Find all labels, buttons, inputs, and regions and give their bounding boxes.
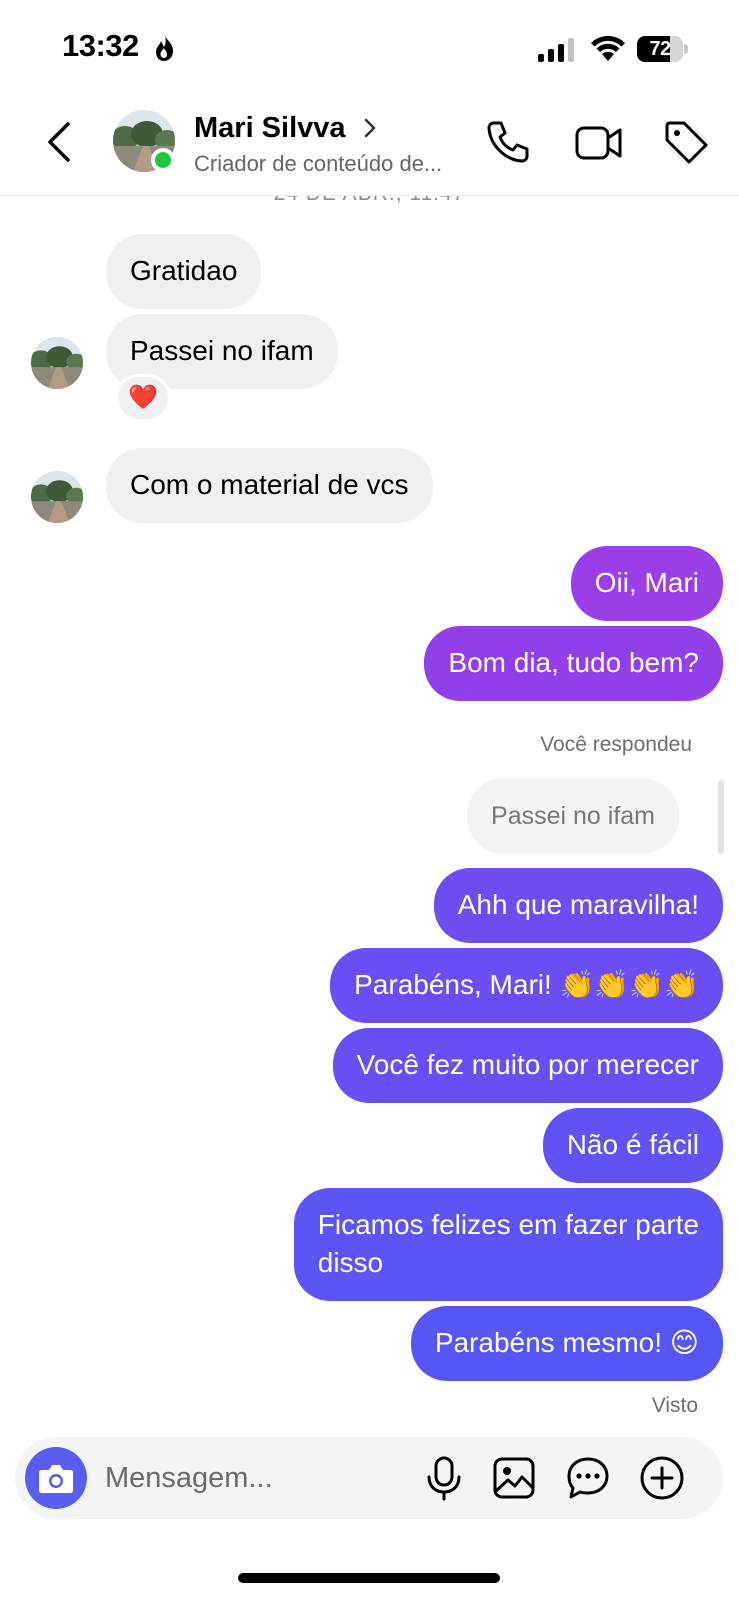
microphone-icon[interactable] <box>421 1455 467 1501</box>
online-status-dot <box>151 148 175 172</box>
reaction-badge[interactable]: ❤️ <box>115 374 171 422</box>
back-arrow-icon[interactable] <box>40 118 80 166</box>
chat-header: Mari Silvva Criador de conteúdo de... <box>0 96 739 196</box>
message-out[interactable]: Ahh que maravilha! <box>433 868 723 943</box>
plus-circle-icon[interactable] <box>639 1455 685 1501</box>
flame-icon <box>156 35 173 61</box>
wifi-icon <box>591 36 625 61</box>
camera-button[interactable] <box>25 1447 87 1509</box>
message-in[interactable]: Com o material de vcs <box>106 448 433 523</box>
message-text: Ahh que maravilha! <box>457 889 699 920</box>
reply-indicator-bar <box>718 780 724 854</box>
replied-label: Você respondeu <box>540 733 692 756</box>
contact-subtitle: Criador de conteúdo de... <box>194 151 443 176</box>
message-out[interactable]: Não é fácil <box>542 1108 723 1183</box>
battery-indicator: 72 <box>637 36 689 62</box>
message-text: Com o material de vcs <box>130 469 409 500</box>
message-text: Parabéns mesmo! 😊 <box>434 1327 699 1358</box>
signal-icon <box>538 38 574 62</box>
message-text: disso <box>317 1247 384 1278</box>
battery-level: 72 <box>649 38 671 60</box>
message-input[interactable] <box>105 1457 405 1499</box>
message-text: Bom dia, tudo bem? <box>448 647 699 678</box>
message-text: Não é fácil <box>566 1129 699 1160</box>
message-text: Você fez muito por merecer <box>356 1049 699 1080</box>
status-bar: 13:32 72 <box>0 0 739 96</box>
message-in[interactable]: Gratidao <box>106 234 262 309</box>
heart-reaction: ❤️ <box>128 384 158 411</box>
message-text: Parabéns, Mari! 👏👏👏👏 <box>354 969 699 1000</box>
message-out[interactable]: Parabéns, Mari! 👏👏👏👏 <box>330 948 723 1023</box>
chevron-right-icon[interactable] <box>362 116 378 140</box>
phone-icon[interactable] <box>484 118 532 166</box>
sender-avatar[interactable] <box>31 471 83 523</box>
sticker-chat-icon[interactable] <box>565 1455 611 1501</box>
tag-icon[interactable] <box>662 118 710 166</box>
message-out[interactable]: Oii, Mari <box>570 546 723 621</box>
sender-avatar[interactable] <box>31 337 83 389</box>
contact-name[interactable]: Mari Silvva <box>194 112 346 145</box>
gallery-icon[interactable] <box>491 1455 537 1501</box>
message-composer <box>15 1437 723 1519</box>
message-out[interactable]: Você fez muito por merecer <box>332 1028 723 1103</box>
video-camera-icon[interactable] <box>574 118 624 166</box>
message-out[interactable]: Parabéns mesmo! 😊 <box>410 1306 723 1381</box>
message-text: Passei no ifam <box>130 335 314 366</box>
home-indicator <box>238 1573 500 1583</box>
message-out[interactable]: Ficamos felizes em fazer parte disso <box>293 1188 723 1301</box>
camera-icon <box>39 1465 73 1493</box>
message-text: Gratidao <box>130 255 238 286</box>
message-text: Oii, Mari <box>594 567 699 598</box>
status-time: 13:32 <box>62 28 139 63</box>
message-text: Ficamos felizes em fazer parte <box>317 1209 699 1240</box>
quoted-text: Passei no ifam <box>491 802 655 830</box>
message-out[interactable]: Bom dia, tudo bem? <box>424 626 723 701</box>
reply-quote[interactable]: Passei no ifam <box>467 778 679 854</box>
seen-status: Visto <box>651 1394 698 1417</box>
